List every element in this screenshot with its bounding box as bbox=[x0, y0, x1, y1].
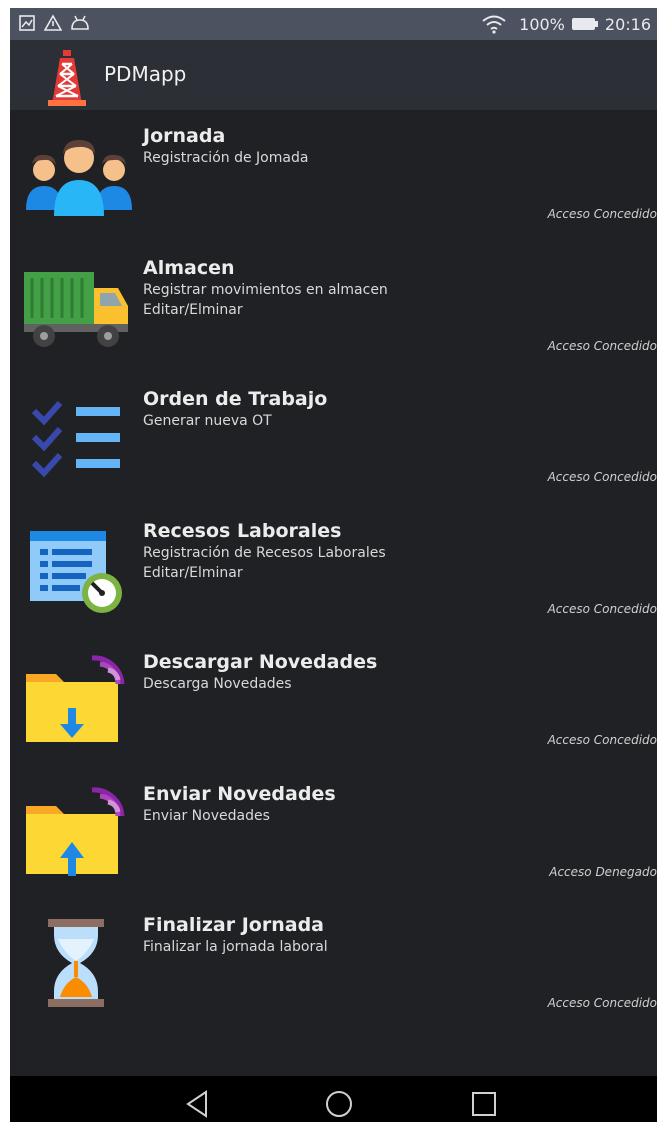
system-indicators: 100% 20:16 bbox=[481, 14, 651, 34]
access-status: Acceso Concedido bbox=[547, 470, 657, 484]
menu-item-title: Jornada bbox=[143, 125, 226, 147]
menu-item-description: Finalizar la jornada laboral bbox=[143, 939, 328, 955]
app-screen: 100% 20:16 PDMapp Jornada Registración d… bbox=[10, 8, 657, 1122]
menu-item-description-2: Editar/Elminar bbox=[143, 564, 243, 581]
schedule-stopwatch-icon bbox=[30, 530, 122, 613]
menu-item-description: Descarga Novedades bbox=[143, 676, 292, 692]
menu-item-title: Almacen bbox=[143, 256, 235, 279]
menu-item-description: Generar nueva OT bbox=[143, 413, 272, 429]
menu-item-title: Descargar Novedades bbox=[143, 651, 378, 673]
menu-item-title: Enviar Novedades bbox=[143, 782, 336, 805]
menu-item-jornada[interactable]: Jornada Registración de Jomada Acceso Co… bbox=[10, 110, 657, 242]
menu-item-descargar-novedades[interactable]: Descargar Novedades Descarga Novedades A… bbox=[10, 636, 657, 768]
battery-percent: 100% bbox=[519, 14, 565, 34]
status-bar: 100% 20:16 bbox=[10, 8, 657, 40]
menu-item-text: Jornada Registración de Jomada bbox=[143, 124, 308, 168]
truck-icon bbox=[24, 271, 128, 347]
image-notification-icon bbox=[19, 15, 35, 31]
folder-upload-icon bbox=[26, 786, 125, 876]
recent-apps-icon[interactable] bbox=[468, 1088, 500, 1120]
access-status: Acceso Concedido bbox=[547, 733, 657, 747]
menu-item-description: Registrar movimientos en almacen bbox=[143, 281, 388, 298]
wifi-icon bbox=[482, 15, 506, 34]
checklist-icon bbox=[31, 401, 120, 478]
menu-item-text: Almacen Registrar movimientos en almacen… bbox=[143, 256, 388, 320]
home-icon[interactable] bbox=[323, 1088, 355, 1120]
menu-item-text: Finalizar Jornada Finalizar la jornada l… bbox=[143, 913, 328, 957]
menu-item-description: Registración de Jomada bbox=[143, 150, 309, 166]
warning-icon bbox=[44, 14, 62, 31]
menu-item-title: Recesos Laborales bbox=[143, 519, 342, 542]
menu-item-text: Recesos Laborales Registración de Receso… bbox=[143, 519, 386, 583]
menu-list: Jornada Registración de Jomada Acceso Co… bbox=[10, 110, 657, 1031]
access-status: Acceso Concedido bbox=[547, 338, 657, 353]
menu-item-title: Orden de Trabajo bbox=[143, 388, 328, 410]
app-title: PDMapp bbox=[104, 62, 187, 86]
menu-item-description: Enviar Novedades bbox=[143, 807, 270, 824]
menu-item-description-2: Editar/Elminar bbox=[143, 301, 243, 318]
notification-icons bbox=[18, 14, 90, 32]
menu-item-title: Finalizar Jornada bbox=[143, 914, 324, 936]
menu-item-finalizar-jornada[interactable]: Finalizar Jornada Finalizar la jornada l… bbox=[10, 899, 657, 1031]
menu-item-text: Descargar Novedades Descarga Novedades bbox=[143, 650, 377, 694]
menu-item-text: Enviar Novedades Enviar Novedades bbox=[143, 782, 336, 826]
menu-item-description: Registración de Recesos Laborales bbox=[143, 544, 386, 561]
access-status: Acceso Concedido bbox=[547, 207, 657, 221]
access-status: Acceso Concedido bbox=[547, 601, 657, 616]
system-navigation-bar bbox=[10, 1076, 657, 1122]
back-icon[interactable] bbox=[182, 1088, 214, 1120]
android-debug-icon bbox=[71, 15, 89, 30]
app-bar: PDMapp bbox=[10, 40, 657, 110]
menu-item-recesos-laborales[interactable]: Recesos Laborales Registración de Receso… bbox=[10, 505, 657, 637]
battery-icon bbox=[571, 18, 598, 30]
menu-item-text: Orden de Trabajo Generar nueva OT bbox=[143, 387, 327, 431]
menu-item-almacen[interactable]: Almacen Registrar movimientos en almacen… bbox=[10, 242, 657, 374]
clock: 20:16 bbox=[604, 14, 651, 34]
menu-item-enviar-novedades[interactable]: Enviar Novedades Enviar Novedades Acceso… bbox=[10, 768, 657, 900]
people-group-icon bbox=[26, 140, 132, 216]
access-status: Acceso Concedido bbox=[547, 996, 657, 1010]
hourglass-icon bbox=[48, 919, 104, 1007]
oil-rig-logo-icon bbox=[48, 50, 86, 106]
menu-item-orden-de-trabajo[interactable]: Orden de Trabajo Generar nueva OT Acceso… bbox=[10, 373, 657, 505]
access-status: Acceso Denegado bbox=[549, 864, 657, 879]
folder-download-icon bbox=[26, 655, 125, 742]
